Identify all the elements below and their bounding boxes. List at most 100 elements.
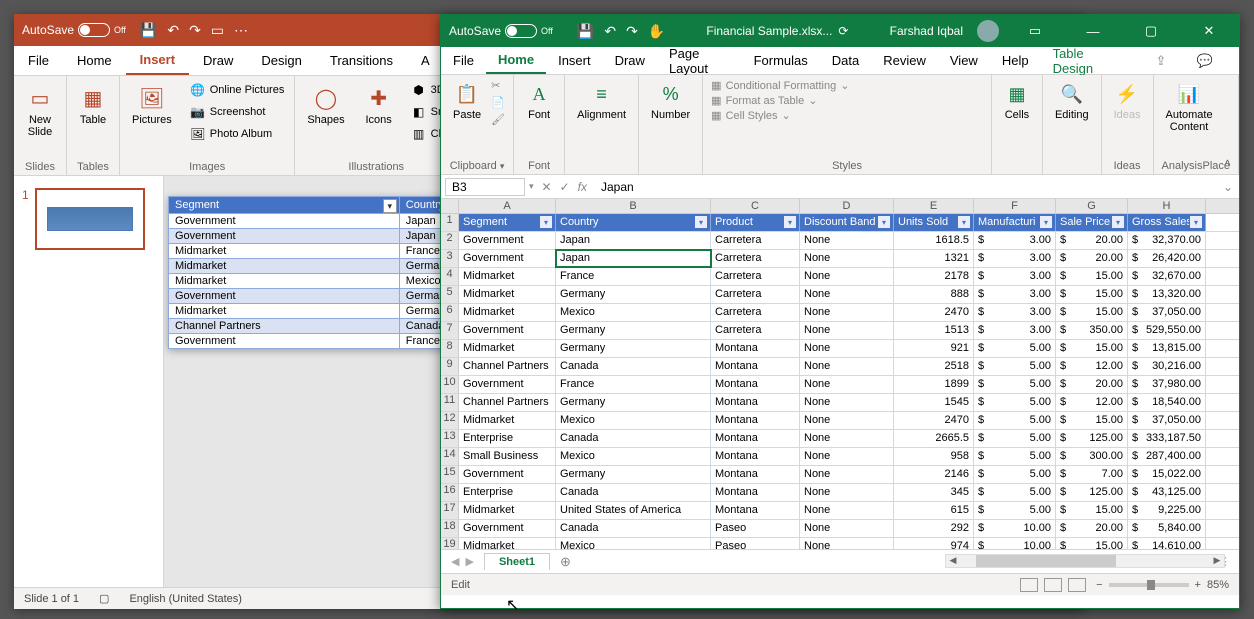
paste-button[interactable]: 📋Paste xyxy=(449,79,485,123)
cell[interactable]: Mexico xyxy=(556,448,711,465)
filter-dropdown-icon[interactable]: ▾ xyxy=(783,215,797,229)
number-button[interactable]: %Number xyxy=(647,79,694,123)
cell[interactable]: Midmarket xyxy=(459,340,556,357)
table-button[interactable]: ▦ Table xyxy=(73,80,113,130)
cell[interactable]: $18,540.00 xyxy=(1128,394,1206,411)
formula-input[interactable]: Japan xyxy=(595,179,1217,195)
table-col-header[interactable]: Sale Price▾ xyxy=(1056,214,1128,231)
cell[interactable]: Government xyxy=(459,250,556,267)
row-header[interactable]: 13 xyxy=(441,430,459,447)
cell[interactable]: Germany xyxy=(556,322,711,339)
row-header[interactable]: 4 xyxy=(441,268,459,285)
cell[interactable]: Germany xyxy=(556,394,711,411)
formatpainter-icon[interactable]: 🖌 xyxy=(491,113,505,126)
save-icon[interactable]: 💾 xyxy=(140,22,157,39)
menu-design[interactable]: Design xyxy=(247,47,315,74)
table-col-header[interactable]: Units Sold▾ xyxy=(894,214,974,231)
cell[interactable]: $5,840.00 xyxy=(1128,520,1206,537)
filter-dropdown-icon[interactable]: ▾ xyxy=(1189,215,1203,229)
cell[interactable]: None xyxy=(800,538,894,549)
xl-redo-icon[interactable]: ↷ xyxy=(626,23,638,40)
table-row[interactable]: 9Channel PartnersCanadaMontanaNone2518$5… xyxy=(441,358,1239,376)
menu-file[interactable]: File xyxy=(14,47,63,74)
zoom-out-icon[interactable]: − xyxy=(1096,579,1102,591)
cell[interactable]: France xyxy=(556,376,711,393)
cell[interactable]: 958 xyxy=(894,448,974,465)
xl-menu-insert[interactable]: Insert xyxy=(546,48,603,73)
cell[interactable]: Midmarket xyxy=(459,268,556,285)
cell[interactable]: None xyxy=(800,394,894,411)
horizontal-scrollbar[interactable]: ◀▶ xyxy=(945,554,1225,568)
cell[interactable]: $32,370.00 xyxy=(1128,232,1206,249)
table-col-header[interactable]: Product▾ xyxy=(711,214,800,231)
cell[interactable]: Carretera xyxy=(711,268,800,285)
cell[interactable]: Government xyxy=(459,232,556,249)
cell[interactable]: Midmarket xyxy=(459,304,556,321)
row-header[interactable]: 11 xyxy=(441,394,459,411)
xl-menu-view[interactable]: View xyxy=(938,48,990,73)
cell[interactable]: $20.00 xyxy=(1056,232,1128,249)
cell[interactable]: $3.00 xyxy=(974,250,1056,267)
table-row[interactable]: 4MidmarketFranceCarreteraNone2178$3.00$1… xyxy=(441,268,1239,286)
cell[interactable]: Montana xyxy=(711,394,800,411)
cell[interactable]: Government xyxy=(459,376,556,393)
cell[interactable]: Japan xyxy=(556,232,711,249)
cell[interactable]: $13,320.00 xyxy=(1128,286,1206,303)
cell[interactable]: Montana xyxy=(711,358,800,375)
language-label[interactable]: English (United States) xyxy=(129,593,242,605)
cell[interactable]: France xyxy=(556,268,711,285)
table-row[interactable]: 11Channel PartnersGermanyMontanaNone1545… xyxy=(441,394,1239,412)
cell[interactable]: $125.00 xyxy=(1056,484,1128,501)
cell[interactable]: 974 xyxy=(894,538,974,549)
xl-menu-data[interactable]: Data xyxy=(820,48,871,73)
table-row[interactable]: 8MidmarketGermanyMontanaNone921$5.00$15.… xyxy=(441,340,1239,358)
sheet-tab-1[interactable]: Sheet1 xyxy=(484,553,550,570)
row-header[interactable]: 5 xyxy=(441,286,459,303)
redo-icon[interactable]: ↷ xyxy=(189,22,201,39)
table-row[interactable]: 12MidmarketMexicoMontanaNone2470$5.00$15… xyxy=(441,412,1239,430)
row-header[interactable]: 1 xyxy=(441,214,459,231)
cell-styles-button[interactable]: ▦Cell Styles ⌄ xyxy=(711,109,983,122)
cell[interactable]: Japan xyxy=(556,250,711,267)
slide-thumbnail-1[interactable]: 1 xyxy=(22,188,155,250)
cell[interactable]: Midmarket xyxy=(459,286,556,303)
add-sheet-button[interactable]: ⊕ xyxy=(560,554,571,570)
cell[interactable]: $15,022.00 xyxy=(1128,466,1206,483)
cell[interactable]: $26,420.00 xyxy=(1128,250,1206,267)
row-header[interactable]: 2 xyxy=(441,232,459,249)
cell[interactable]: Montana xyxy=(711,376,800,393)
table-col-header[interactable]: Manufacturi▾ xyxy=(974,214,1056,231)
cell[interactable]: Midmarket xyxy=(459,412,556,429)
shapes-button[interactable]: ◯ Shapes xyxy=(301,80,350,130)
cell[interactable]: $529,550.00 xyxy=(1128,322,1206,339)
cell[interactable]: 1513 xyxy=(894,322,974,339)
cell[interactable]: Government xyxy=(459,322,556,339)
col-E[interactable]: E xyxy=(894,199,974,213)
cell[interactable]: Montana xyxy=(711,484,800,501)
cell[interactable]: $5.00 xyxy=(974,430,1056,447)
filter-dropdown-icon[interactable]: ▾ xyxy=(694,215,708,229)
conditional-formatting-button[interactable]: ▦Conditional Formatting ⌄ xyxy=(711,79,983,92)
xl-autosave-toggle[interactable] xyxy=(505,24,537,38)
name-box[interactable]: B3 xyxy=(445,178,525,196)
cell[interactable]: Channel Partners xyxy=(459,394,556,411)
cell[interactable]: United States of America xyxy=(556,502,711,519)
cell[interactable]: $5.00 xyxy=(974,502,1056,519)
cell[interactable]: $12.00 xyxy=(1056,394,1128,411)
cell[interactable]: $5.00 xyxy=(974,358,1056,375)
table-row[interactable]: 15GovernmentGermanyMontanaNone2146$5.00$… xyxy=(441,466,1239,484)
cell[interactable]: $5.00 xyxy=(974,484,1056,501)
cell[interactable]: Mexico xyxy=(556,412,711,429)
cell[interactable]: $15.00 xyxy=(1056,502,1128,519)
cell[interactable]: None xyxy=(800,520,894,537)
cell[interactable]: $3.00 xyxy=(974,232,1056,249)
row-header[interactable]: 16 xyxy=(441,484,459,501)
cell[interactable]: Small Business xyxy=(459,448,556,465)
cell[interactable]: Mexico xyxy=(556,304,711,321)
cell[interactable]: Government xyxy=(459,466,556,483)
cell[interactable]: $15.00 xyxy=(1056,412,1128,429)
cell[interactable]: None xyxy=(800,340,894,357)
table-col-header[interactable]: Gross Sales▾ xyxy=(1128,214,1206,231)
table-row[interactable]: 10GovernmentFranceMontanaNone1899$5.00$2… xyxy=(441,376,1239,394)
cell[interactable]: None xyxy=(800,376,894,393)
